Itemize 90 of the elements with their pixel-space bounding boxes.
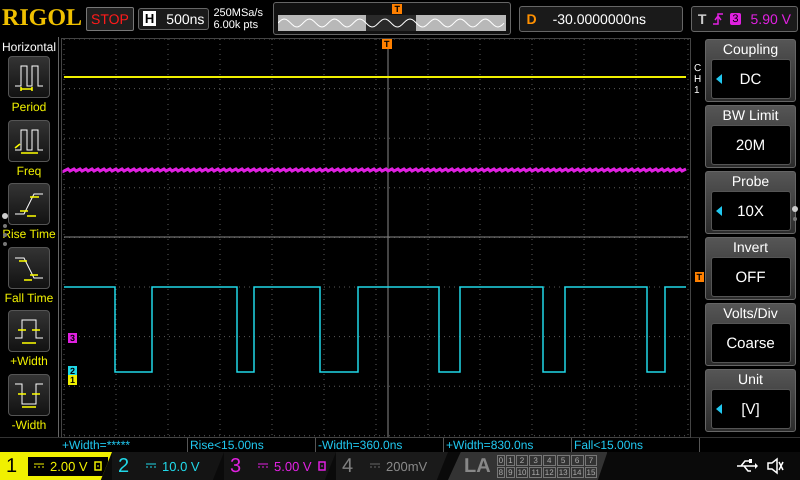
trigger-position-marker[interactable]: T <box>382 39 392 49</box>
channel-number: 3 <box>230 454 242 478</box>
run-state[interactable]: STOP <box>86 6 134 30</box>
option-title: Probe <box>732 172 770 191</box>
channel-scale: 5.00 V <box>274 458 312 474</box>
option-value: OFF <box>736 268 766 286</box>
menu-option[interactable]: Unit [V] <box>705 369 796 432</box>
channel-scale: 2.00 V <box>50 458 88 474</box>
logic-channel: 7 <box>584 454 598 466</box>
logic-channel: 3 <box>529 454 542 466</box>
channel-number: 2 <box>118 454 130 478</box>
trigger-marker: T <box>392 4 402 14</box>
sample-rate: 250MSa/s <box>213 6 264 18</box>
measure-button[interactable] <box>8 310 50 352</box>
logic-analyzer-label[interactable]: LA <box>464 454 491 478</box>
trigger-level: 5.90 V <box>750 10 791 26</box>
adjust-arrow-icon <box>716 404 722 414</box>
brand-logo: RIGOL <box>2 5 82 32</box>
option-title: Invert <box>732 238 768 257</box>
measure-label: -Width <box>12 418 46 432</box>
delay-panel[interactable]: D -30.0000000ns <box>519 6 683 32</box>
measure-label: Period <box>12 100 46 114</box>
trigger-label: T <box>698 10 706 26</box>
channel-number: 1 <box>6 454 18 478</box>
rising-edge-icon <box>712 10 724 26</box>
dc-coupling-icon <box>370 463 380 469</box>
option-value: Coarse <box>726 334 775 352</box>
logic-channel: 0 <box>496 454 506 466</box>
adjust-arrow-icon <box>716 74 722 84</box>
trigger-level-marker[interactable]: T <box>694 272 704 282</box>
channel-tab[interactable]: 2 10.0 V <box>112 452 224 480</box>
option-title: Unit <box>738 370 763 389</box>
trigger-source: 3 <box>730 12 741 24</box>
logic-channel: 6 <box>570 454 584 466</box>
measure-label: Fall Time <box>4 290 54 304</box>
usb-icon <box>736 459 758 473</box>
timebase-panel[interactable]: H 500ns <box>138 8 210 30</box>
measure-label: +Width <box>10 354 48 368</box>
option-title: Coupling <box>722 40 778 59</box>
channel-marker[interactable]: 2 <box>68 366 78 376</box>
speaker-muted-icon <box>766 457 784 475</box>
dc-coupling-icon <box>146 463 156 469</box>
logic-channel: 10 <box>516 466 528 478</box>
menu-option[interactable]: Volts/Div Coarse <box>705 303 796 366</box>
memory-depth: 6.00k pts <box>213 18 260 30</box>
measure-button[interactable] <box>8 56 50 98</box>
channel-marker[interactable]: 3 <box>68 333 78 343</box>
option-title: BW Limit <box>722 106 778 125</box>
logic-channel: 11 <box>529 466 542 478</box>
channel-scale: 10.0 V <box>162 458 200 474</box>
channel-marker[interactable]: 1 <box>68 375 78 385</box>
menu-option[interactable]: Probe 10X <box>705 171 796 234</box>
measure-button[interactable] <box>8 120 50 162</box>
channel-number: 4 <box>342 454 354 478</box>
dc-coupling-icon <box>258 463 268 469</box>
logic-channel: 5 <box>556 454 570 466</box>
trigger-panel[interactable]: T 3 5.90 V <box>690 6 798 32</box>
delay-value: -30.0000000ns <box>552 10 646 26</box>
logic-channel: 12 <box>542 466 556 478</box>
logic-channel: 2 <box>516 454 528 466</box>
logic-channel: 4 <box>542 454 556 466</box>
menu-option[interactable]: Coupling DC <box>705 39 796 102</box>
measure-button[interactable] <box>8 374 50 416</box>
menu-title: Horizontal <box>2 40 56 54</box>
channel-tab[interactable]: 3 5.00 V <box>224 452 336 480</box>
menu-option[interactable]: BW Limit 20M <box>705 105 796 168</box>
logic-channel: 14 <box>570 466 584 478</box>
measure-button[interactable] <box>8 246 50 288</box>
measure-button[interactable] <box>8 183 50 225</box>
channel-scale: 200mV <box>386 458 428 474</box>
measure-label: Freq <box>16 164 42 178</box>
logic-channel: 8 <box>496 466 506 478</box>
delay-label: D <box>526 10 537 26</box>
logic-channel: 15 <box>584 466 598 478</box>
option-value: DC <box>740 70 762 88</box>
adjust-arrow-icon <box>716 206 722 216</box>
option-value: 10X <box>737 202 764 220</box>
dc-coupling-icon <box>34 463 44 469</box>
channel-tab[interactable]: 4 200mV <box>336 452 448 480</box>
timebase-value: 500ns <box>166 10 204 26</box>
channel-label: CH1 <box>694 63 702 96</box>
logic-channel: 1 <box>506 454 515 466</box>
option-value: [V] <box>741 400 760 418</box>
option-title: Volts/Div <box>723 304 778 323</box>
option-value: 20M <box>736 136 766 154</box>
logic-channel: 13 <box>556 466 570 478</box>
channel-tab[interactable]: 1 2.00 V <box>0 452 112 480</box>
menu-option[interactable]: Invert OFF <box>705 237 796 300</box>
logic-channel: 9 <box>506 466 515 478</box>
timebase-label: H <box>142 11 156 26</box>
